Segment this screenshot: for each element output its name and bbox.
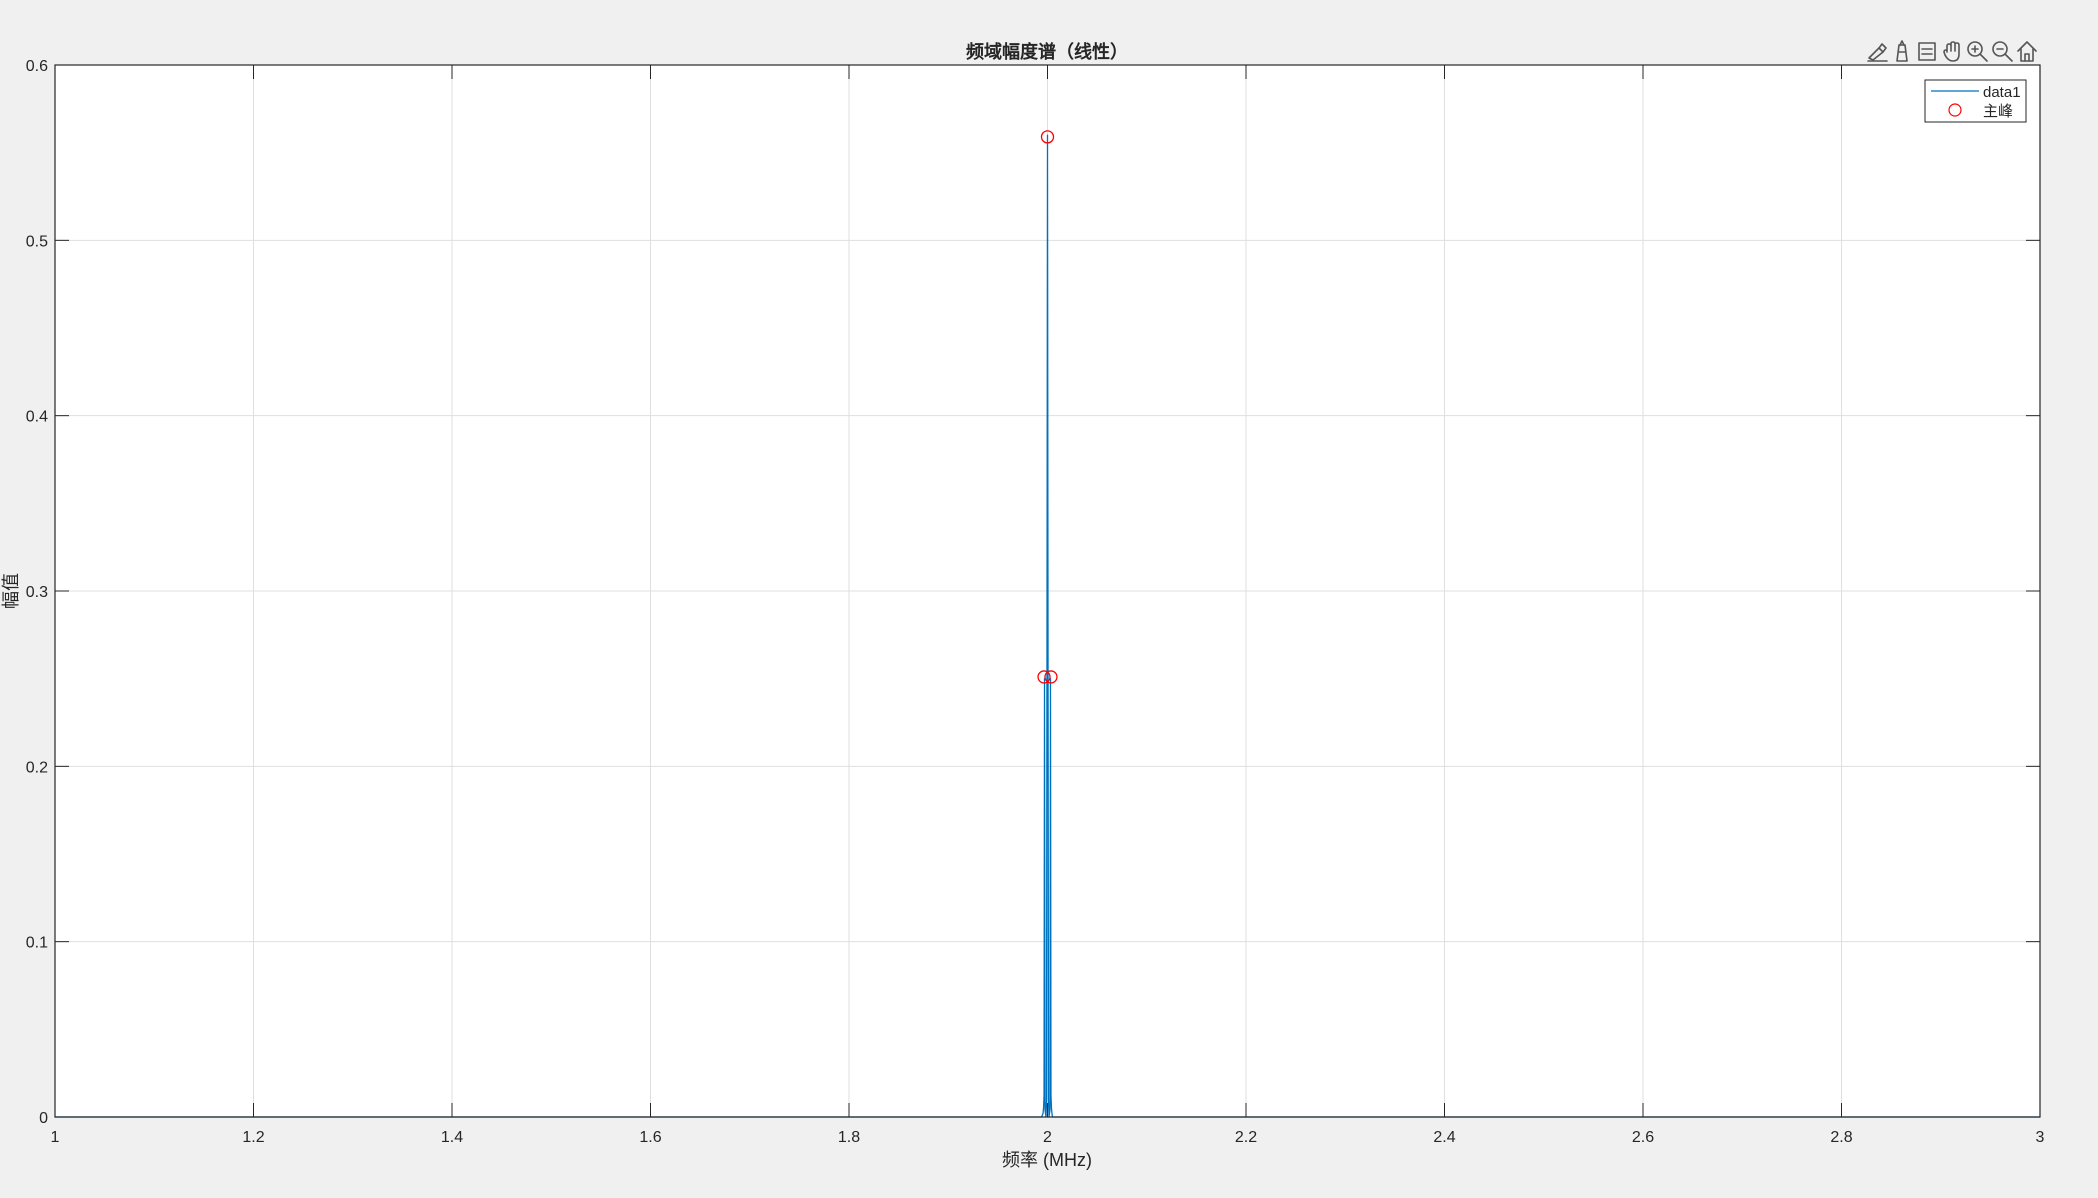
y-tick-label: 0.3 xyxy=(26,584,48,601)
zoom-in-icon[interactable] xyxy=(1965,39,1989,63)
figure: 1 1.2 1.4 1.6 1.8 2 2.2 2.4 2.6 2.8 3 0 0.1 0.2 0.3 0.4… xyxy=(0,0,2098,1198)
home-icon[interactable] xyxy=(2015,39,2039,63)
x-tick-label: 2.6 xyxy=(1632,1129,1654,1146)
x-tick-label: 2.4 xyxy=(1433,1129,1455,1146)
legend[interactable]: data1 主峰 xyxy=(1924,79,2027,123)
y-tick-label: 0 xyxy=(39,1110,48,1127)
legend-entry-main-peak: 主峰 xyxy=(1983,103,2013,120)
datatip-icon[interactable] xyxy=(1890,39,1914,63)
y-tick-label: 0.6 xyxy=(26,58,48,75)
y-tick-label: 0.2 xyxy=(26,759,48,776)
x-tick-label: 2.8 xyxy=(1830,1129,1852,1146)
y-axis-label: 幅值 xyxy=(1,573,21,609)
y-tick-label: 0.4 xyxy=(26,409,48,426)
x-tick-label: 3 xyxy=(2036,1129,2045,1146)
x-tick-label: 1 xyxy=(51,1129,60,1146)
y-tick-label: 0.5 xyxy=(26,233,48,250)
zoom-out-icon[interactable] xyxy=(1990,39,2014,63)
pan-hand-icon[interactable] xyxy=(1940,39,1964,63)
axes-toolbar xyxy=(1865,39,2039,63)
x-tick-label: 2.2 xyxy=(1235,1129,1257,1146)
x-tick-label: 1.6 xyxy=(639,1129,661,1146)
brush-icon[interactable] xyxy=(1865,39,1889,63)
legend-toggle-icon[interactable] xyxy=(1915,39,1939,63)
chart-title: 频域幅度谱（线性） xyxy=(966,41,1128,62)
x-axis-label: 频率 (MHz) xyxy=(1002,1150,1092,1170)
legend-entry-data1: data1 xyxy=(1983,84,2021,101)
x-tick-label: 1.8 xyxy=(838,1129,860,1146)
x-tick-label: 2 xyxy=(1043,1129,1052,1146)
x-tick-label: 1.2 xyxy=(242,1129,264,1146)
y-tick-label: 0.1 xyxy=(26,935,48,952)
x-tick-label: 1.4 xyxy=(441,1129,463,1146)
